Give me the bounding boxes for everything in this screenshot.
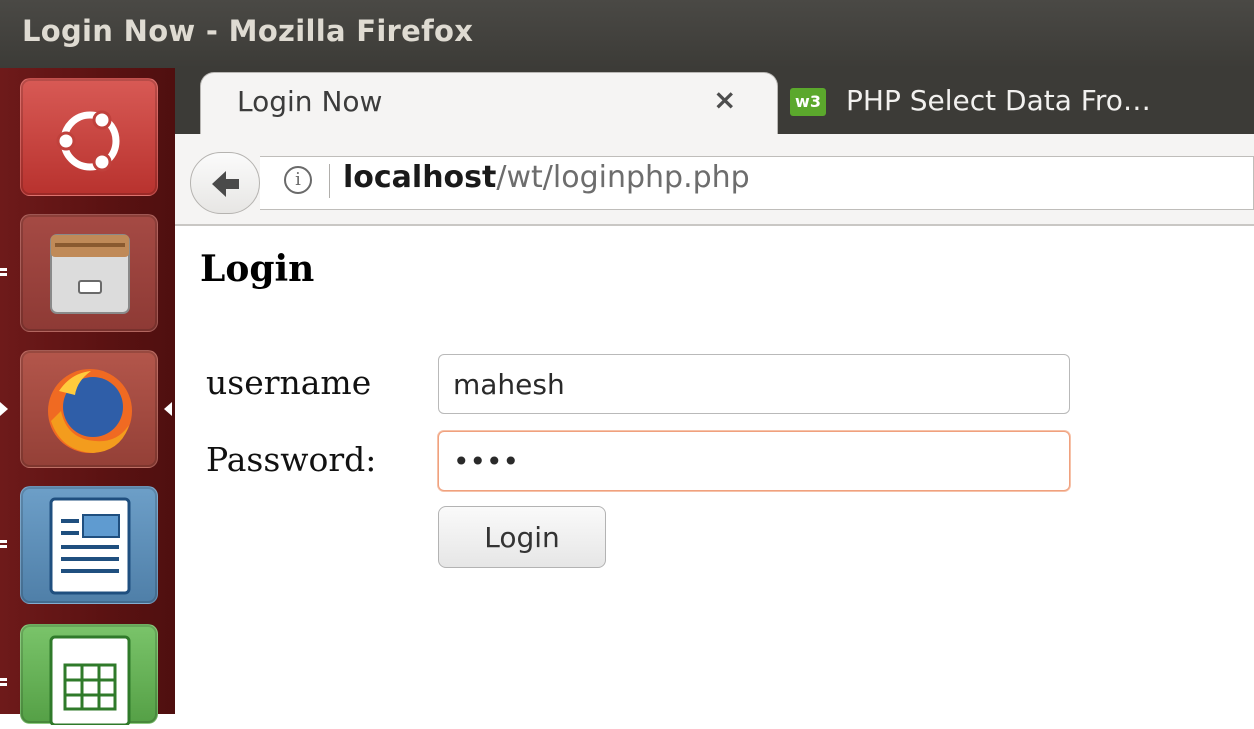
launcher-item-files[interactable] [20,214,158,332]
username-label: username [206,363,372,402]
tab-label: PHP Select Data Fro… [846,84,1151,117]
login-button[interactable]: Login [438,506,606,568]
w3schools-icon: w3 [790,88,826,116]
password-input[interactable] [438,431,1070,491]
tab-label: Login Now [237,85,383,118]
launcher-item-ubuntu-dash[interactable] [20,78,158,196]
launcher-item-libreoffice-writer[interactable] [20,486,158,604]
unity-launcher [0,68,175,727]
file-cabinet-icon [50,234,130,314]
launcher-active-arrow-right [164,402,172,416]
site-info-icon[interactable]: i [284,166,312,194]
url-separator [329,164,330,198]
url-host: localhost [343,160,497,195]
window-title: Login Now - Mozilla Firefox [22,14,474,48]
launcher-item-libreoffice-calc[interactable] [20,624,158,727]
url-path: /wt/loginphp.php [496,160,750,195]
page-title: Login [200,248,315,290]
launcher-running-indicator [0,678,7,681]
firefox-icon [48,369,132,453]
back-arrow-icon [212,171,239,197]
password-label: Password: [206,440,377,479]
document-icon [49,497,131,595]
launcher-active-arrow-left [0,402,8,416]
spreadsheet-icon [49,635,131,727]
launcher-running-indicator [0,540,7,543]
close-tab-icon[interactable]: × [713,83,736,116]
tab-php-select-data[interactable]: w3 PHP Select Data Fro… [790,72,1254,134]
url-text[interactable]: localhost/wt/loginphp.php [343,160,750,195]
window-titlebar: Login Now - Mozilla Firefox [0,0,1254,68]
back-button[interactable] [190,152,260,214]
tab-login-now[interactable]: Login Now × [200,72,778,134]
launcher-item-firefox[interactable] [20,350,158,468]
ubuntu-logo-icon [56,110,120,172]
username-input[interactable] [438,354,1070,414]
launcher-running-indicator [0,268,7,271]
